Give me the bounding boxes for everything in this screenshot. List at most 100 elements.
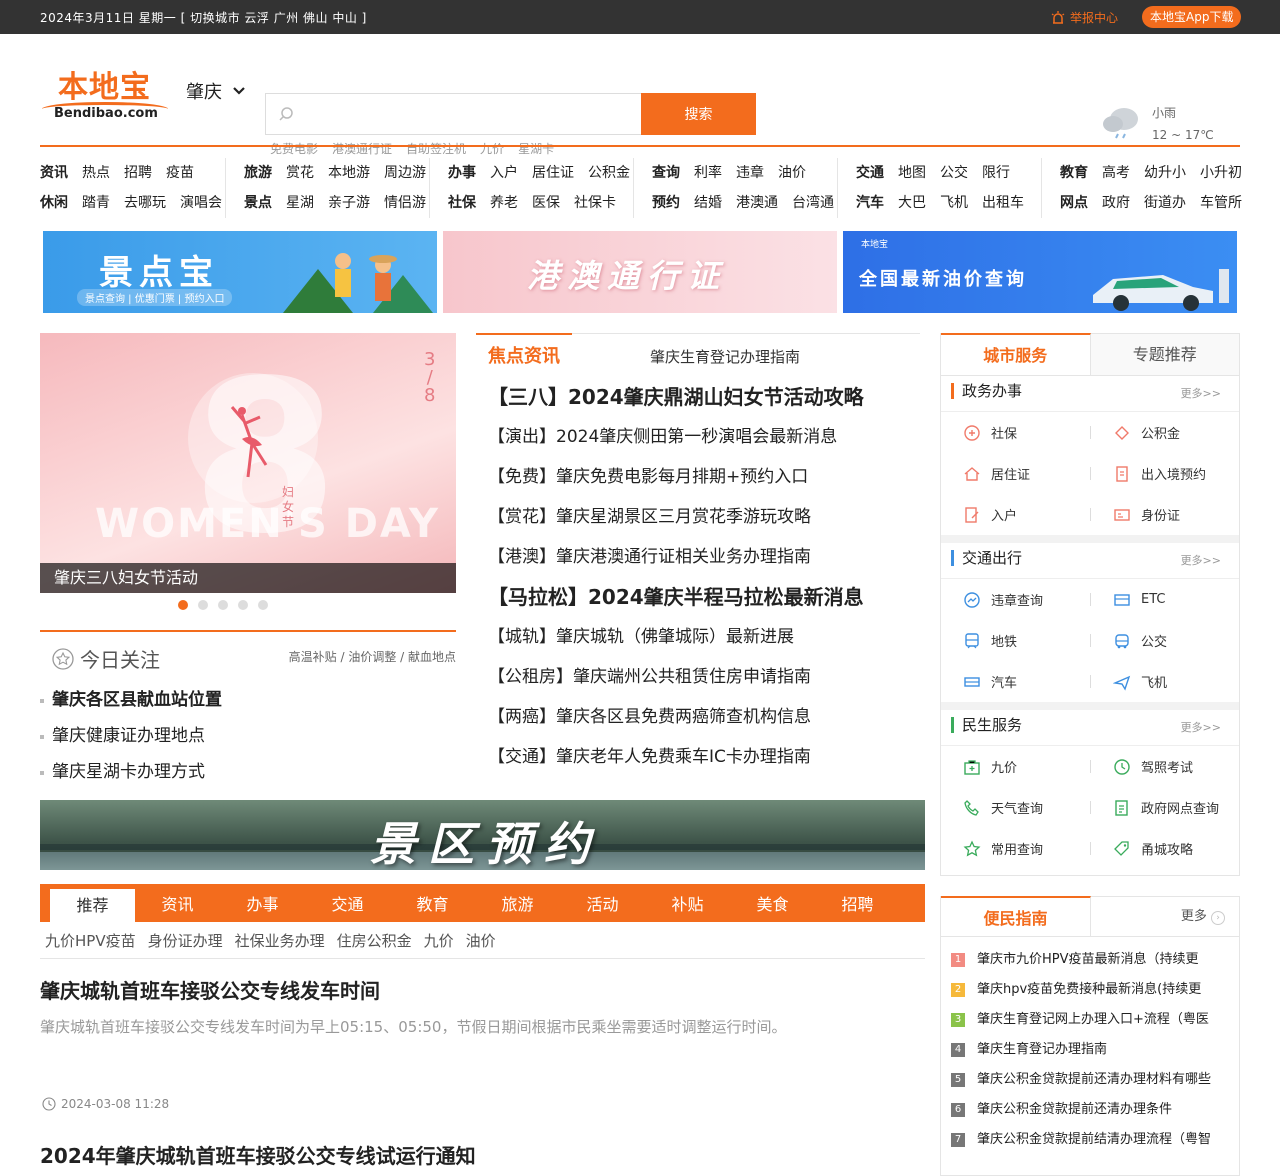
- search-input[interactable]: [306, 94, 641, 134]
- tab-subsidy[interactable]: 补贴: [645, 884, 730, 922]
- nav-link[interactable]: 热点: [82, 158, 110, 188]
- nav-link[interactable]: 教育: [1060, 158, 1088, 188]
- banner-scenic-spots[interactable]: 景点宝 景点查询 | 优惠门票 | 预约入口: [43, 231, 437, 313]
- news-item[interactable]: 【公租房】肇庆端州公共租赁住房申请指南: [476, 657, 920, 697]
- list-item[interactable]: 5 肇庆公积金贷款提前还清办理材料有哪些: [951, 1065, 1239, 1095]
- service-bus[interactable]: 公交: [1091, 620, 1241, 661]
- hotword-link[interactable]: 自助签注机: [406, 140, 466, 157]
- list-item[interactable]: 肇庆各区县献血站位置: [40, 682, 456, 718]
- tab-travel[interactable]: 旅游: [475, 884, 560, 922]
- more-link[interactable]: 更多>>: [1181, 719, 1221, 735]
- banner-oil-price[interactable]: 本地宝 全国最新油价查询: [843, 231, 1237, 313]
- headline-item[interactable]: 【马拉松】2024肇庆半程马拉松最新消息: [476, 577, 920, 617]
- weather-widget[interactable]: 小雨 12 ~ 17℃: [1100, 102, 1214, 146]
- nav-link[interactable]: 幼升小: [1144, 158, 1186, 188]
- nav-link[interactable]: 汽车: [856, 188, 884, 218]
- nav-link[interactable]: 网点: [1060, 188, 1088, 218]
- sub-tag-link[interactable]: 住房公积金: [337, 930, 412, 951]
- nav-link[interactable]: 高考: [1102, 158, 1130, 188]
- guide-more-link[interactable]: 更多 ›: [1091, 897, 1239, 936]
- nav-link[interactable]: 疫苗: [166, 158, 194, 188]
- nav-link[interactable]: 社保: [448, 188, 476, 218]
- list-item[interactable]: 肇庆健康证办理地点: [40, 718, 456, 754]
- nav-link[interactable]: 飞机: [940, 188, 968, 218]
- nav-link[interactable]: 台湾通: [792, 188, 834, 218]
- tab-recommend[interactable]: 推荐: [50, 889, 135, 922]
- news-item[interactable]: 【赏花】肇庆星湖景区三月赏花季游玩攻略: [476, 497, 920, 537]
- service-exit-entry[interactable]: 出入境预约: [1091, 453, 1241, 494]
- today-tags[interactable]: 高温补贴 / 油价调整 / 献血地点: [289, 648, 456, 665]
- nav-link[interactable]: 街道办: [1144, 188, 1186, 218]
- report-center-link[interactable]: 举报中心: [1050, 9, 1118, 26]
- service-social-security[interactable]: 社保: [941, 412, 1091, 453]
- news-item[interactable]: 【免费】肇庆免费电影每月排期+预约入口: [476, 457, 920, 497]
- service-etc[interactable]: ETC: [1091, 579, 1241, 620]
- city-selector[interactable]: 肇庆: [186, 78, 246, 104]
- nav-link[interactable]: 周边游: [384, 158, 426, 188]
- tab-topics[interactable]: 专题推荐: [1090, 334, 1239, 375]
- slider-dot[interactable]: [238, 600, 248, 610]
- news-item[interactable]: 【交通】肇庆老年人免费乘车IC卡办理指南: [476, 737, 920, 777]
- service-car[interactable]: 汽车: [941, 661, 1091, 702]
- hotword-link[interactable]: 免费电影: [270, 140, 318, 157]
- news-item[interactable]: 【演出】2024肇庆侧田第一秒演唱会最新消息: [476, 417, 920, 457]
- nav-link[interactable]: 限行: [982, 158, 1010, 188]
- sub-tag-link[interactable]: 九价HPV疫苗: [45, 930, 136, 951]
- nav-link[interactable]: 车管所: [1200, 188, 1242, 218]
- nav-link[interactable]: 小升初: [1200, 158, 1242, 188]
- tab-birth-registration[interactable]: 肇庆生育登记办理指南: [650, 346, 800, 367]
- search-button[interactable]: 搜索: [641, 93, 756, 135]
- nav-link[interactable]: 违章: [736, 158, 764, 188]
- tab-transport[interactable]: 交通: [305, 884, 390, 922]
- nav-link[interactable]: 休闲: [40, 188, 68, 218]
- article-title[interactable]: 肇庆城轨首班车接驳公交专线发车时间: [40, 975, 925, 1004]
- nav-link[interactable]: 办事: [448, 158, 476, 188]
- nav-link[interactable]: 医保: [532, 188, 560, 218]
- headline-item[interactable]: 【三八】2024肇庆鼎湖山妇女节活动攻略: [476, 377, 920, 417]
- list-item[interactable]: 2 肇庆hpv疫苗免费接种最新消息(持续更: [951, 975, 1239, 1005]
- service-household[interactable]: 入户: [941, 494, 1091, 535]
- sub-tag-link[interactable]: 油价: [466, 930, 496, 951]
- hotword-link[interactable]: 港澳通行证: [332, 140, 392, 157]
- article-title[interactable]: 2024年肇庆城轨首班车接驳公交专线试运行通知: [40, 1140, 925, 1169]
- service-city-guide[interactable]: 甬城攻略: [1091, 828, 1241, 869]
- app-download-button[interactable]: 本地宝App下载: [1142, 6, 1242, 28]
- list-item[interactable]: 肇庆星湖卡办理方式: [40, 754, 456, 790]
- nav-link[interactable]: 居住证: [532, 158, 574, 188]
- list-item[interactable]: 7 肇庆公积金贷款提前结清办理流程（粤智: [951, 1125, 1239, 1155]
- tab-news[interactable]: 资讯: [135, 884, 220, 922]
- nav-link[interactable]: 演唱会: [180, 188, 222, 218]
- tab-jobs[interactable]: 招聘: [815, 884, 900, 922]
- news-item[interactable]: 【两癌】肇庆各区县免费两癌筛查机构信息: [476, 697, 920, 737]
- nav-link[interactable]: 本地游: [328, 158, 370, 188]
- sub-tag-link[interactable]: 九价: [424, 930, 454, 951]
- tab-food[interactable]: 美食: [730, 884, 815, 922]
- nav-link[interactable]: 去哪玩: [124, 188, 166, 218]
- nav-link[interactable]: 踏青: [82, 188, 110, 218]
- nav-link[interactable]: 公积金: [588, 158, 630, 188]
- service-common-query[interactable]: 常用查询: [941, 828, 1091, 869]
- scenic-booking-banner[interactable]: 景区预约: [40, 800, 925, 870]
- nav-link[interactable]: 景点: [244, 188, 272, 218]
- news-item[interactable]: 【城轨】肇庆城轨（佛肇城际）最新进展: [476, 617, 920, 657]
- more-link[interactable]: 更多>>: [1181, 385, 1221, 401]
- nav-link[interactable]: 油价: [778, 158, 806, 188]
- nav-link[interactable]: 利率: [694, 158, 722, 188]
- slider-dot[interactable]: [218, 600, 228, 610]
- nav-link[interactable]: 养老: [490, 188, 518, 218]
- nav-link[interactable]: 大巴: [898, 188, 926, 218]
- nav-link[interactable]: 结婚: [694, 188, 722, 218]
- service-housing-fund[interactable]: 公积金: [1091, 412, 1241, 453]
- article-summary[interactable]: 肇庆城轨首班车接驳公交专线发车时间为早上05:15、05:50，节假日期间根据市…: [40, 1016, 925, 1037]
- nav-link[interactable]: 招聘: [124, 158, 152, 188]
- date-city-switcher[interactable]: 2024年3月11日 星期一 [ 切换城市 云浮 广州 佛山 中山 ]: [40, 9, 367, 26]
- nav-link[interactable]: 港澳通: [736, 188, 778, 218]
- news-item[interactable]: 【港澳】肇庆港澳通行证相关业务办理指南: [476, 537, 920, 577]
- nav-link[interactable]: 预约: [652, 188, 680, 218]
- service-gov-outlets[interactable]: 政府网点查询: [1091, 787, 1241, 828]
- slider-dot-active[interactable]: [178, 600, 188, 610]
- hotword-link[interactable]: 星湖卡: [518, 140, 554, 157]
- nav-link[interactable]: 地图: [898, 158, 926, 188]
- slider-dot[interactable]: [198, 600, 208, 610]
- tab-affairs[interactable]: 办事: [220, 884, 305, 922]
